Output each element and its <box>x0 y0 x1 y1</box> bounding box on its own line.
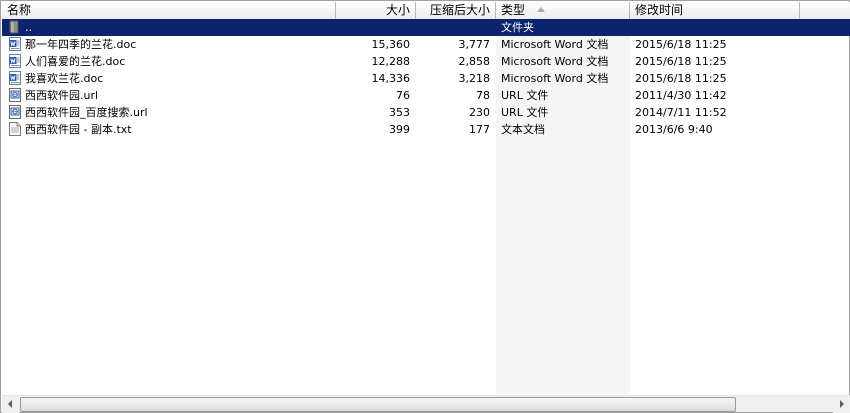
file-name-cell: 西西软件园 - 副本.txt <box>8 121 334 138</box>
file-name: 西西软件园.url <box>25 89 99 102</box>
column-header-bar: 名称 大小 压缩后大小 类型 修改时间 <box>2 2 850 19</box>
file-compressed-size: 230 <box>469 106 490 119</box>
file-modified-time <box>635 19 795 36</box>
file-name: 我喜欢兰花.doc <box>25 72 104 85</box>
arrow-right-icon <box>840 400 844 408</box>
scroll-right-button[interactable] <box>833 396 850 413</box>
file-list-row[interactable]: 我喜欢兰花.doc 14,336 3,218 Microsoft Word 文档 201… <box>2 70 850 87</box>
file-name-cell: 人们喜爱的兰花.doc <box>8 53 334 70</box>
sort-ascending-icon <box>537 7 546 12</box>
file-modified-time: 2015/6/18 11:25 <box>635 38 727 51</box>
file-type: 文本文档 <box>501 123 545 136</box>
folder-up-icon <box>8 20 21 34</box>
file-modified-time: 2015/6/18 11:25 <box>635 55 727 68</box>
file-compressed-size: 3,777 <box>458 38 491 51</box>
file-name: 西西软件园 - 副本.txt <box>25 123 132 136</box>
file-list-view: 名称 大小 压缩后大小 类型 修改时间 .. 文件夹那一年四季的兰花.doc 15,… <box>0 0 850 413</box>
file-name: 人们喜爱的兰花.doc <box>25 55 126 68</box>
file-type: Microsoft Word 文档 <box>501 55 609 68</box>
file-name-cell: 西西软件园_百度搜索.url <box>8 104 334 121</box>
file-name-cell: 西西软件园.url <box>8 87 334 104</box>
column-header-size[interactable]: 大小 <box>336 2 416 19</box>
file-size: 14,336 <box>371 72 411 85</box>
file-list-row[interactable]: 西西软件园_百度搜索.url 353 230 URL 文件 2014/7/11 11:5… <box>2 104 850 121</box>
file-name: 西西软件园_百度搜索.url <box>25 106 148 119</box>
scroll-left-button[interactable] <box>2 396 19 413</box>
file-compressed-size: 2,858 <box>458 55 491 68</box>
word-doc-icon <box>8 71 21 85</box>
column-header-modified-label: 修改时间 <box>635 3 684 17</box>
file-name-cell: 我喜欢兰花.doc <box>8 70 334 87</box>
file-type: 文件夹 <box>501 19 629 36</box>
file-type: Microsoft Word 文档 <box>501 72 609 85</box>
file-list-row[interactable]: .. 文件夹 <box>2 19 850 36</box>
horizontal-scrollbar[interactable] <box>2 395 850 413</box>
column-header-size-label: 大小 <box>385 3 410 17</box>
file-list-row[interactable]: 西西软件园 - 副本.txt 399 177 文本文档 2013/6/6 9:40 <box>2 121 850 138</box>
column-header-type-label: 类型 <box>501 3 526 17</box>
file-name-cell: .. <box>8 19 334 36</box>
column-header-modified[interactable]: 修改时间 <box>630 2 800 19</box>
column-header-name-label: 名称 <box>7 3 32 17</box>
column-header-compressed-size-label: 压缩后大小 <box>429 3 490 17</box>
file-size: 353 <box>389 106 410 119</box>
file-size <box>336 19 410 36</box>
file-type: Microsoft Word 文档 <box>501 38 609 51</box>
file-size: 399 <box>389 123 410 136</box>
file-list-rows: .. 文件夹那一年四季的兰花.doc 15,360 3,777 Microsoft Wo… <box>2 19 850 138</box>
file-list-row[interactable]: 西西软件园.url 76 78 URL 文件 2011/4/30 11:42 <box>2 87 850 104</box>
file-type: URL 文件 <box>501 89 549 102</box>
arrow-left-icon <box>8 400 12 408</box>
file-size: 76 <box>396 89 410 102</box>
word-doc-icon <box>8 37 21 51</box>
file-list-row[interactable]: 那一年四季的兰花.doc 15,360 3,777 Microsoft Word 文档… <box>2 36 850 53</box>
file-compressed-size: 3,218 <box>458 72 491 85</box>
column-header-name[interactable]: 名称 <box>2 2 336 19</box>
file-modified-time: 2015/6/18 11:25 <box>635 72 727 85</box>
text-file-icon <box>8 122 21 136</box>
column-header-filler <box>800 2 850 19</box>
file-modified-time: 2014/7/11 11:52 <box>635 106 727 119</box>
file-modified-time: 2013/6/6 9:40 <box>635 123 713 136</box>
file-type: URL 文件 <box>501 106 549 119</box>
file-compressed-size: 78 <box>476 89 490 102</box>
file-size: 12,288 <box>371 55 411 68</box>
file-name: .. <box>25 21 32 34</box>
file-modified-time: 2011/4/30 11:42 <box>635 89 727 102</box>
column-header-compressed-size[interactable]: 压缩后大小 <box>416 2 496 19</box>
file-list-row[interactable]: 人们喜爱的兰花.doc 12,288 2,858 Microsoft Word 文档 2… <box>2 53 850 70</box>
word-doc-icon <box>8 54 21 68</box>
file-compressed-size: 177 <box>469 123 490 136</box>
column-header-type[interactable]: 类型 <box>496 2 630 19</box>
file-size: 15,360 <box>371 38 411 51</box>
file-name-cell: 那一年四季的兰花.doc <box>8 36 334 53</box>
scrollbar-thumb[interactable] <box>20 397 736 412</box>
url-file-icon <box>8 88 21 102</box>
file-compressed-size <box>416 19 490 36</box>
file-name: 那一年四季的兰花.doc <box>25 38 137 51</box>
url-file-icon <box>8 105 21 119</box>
